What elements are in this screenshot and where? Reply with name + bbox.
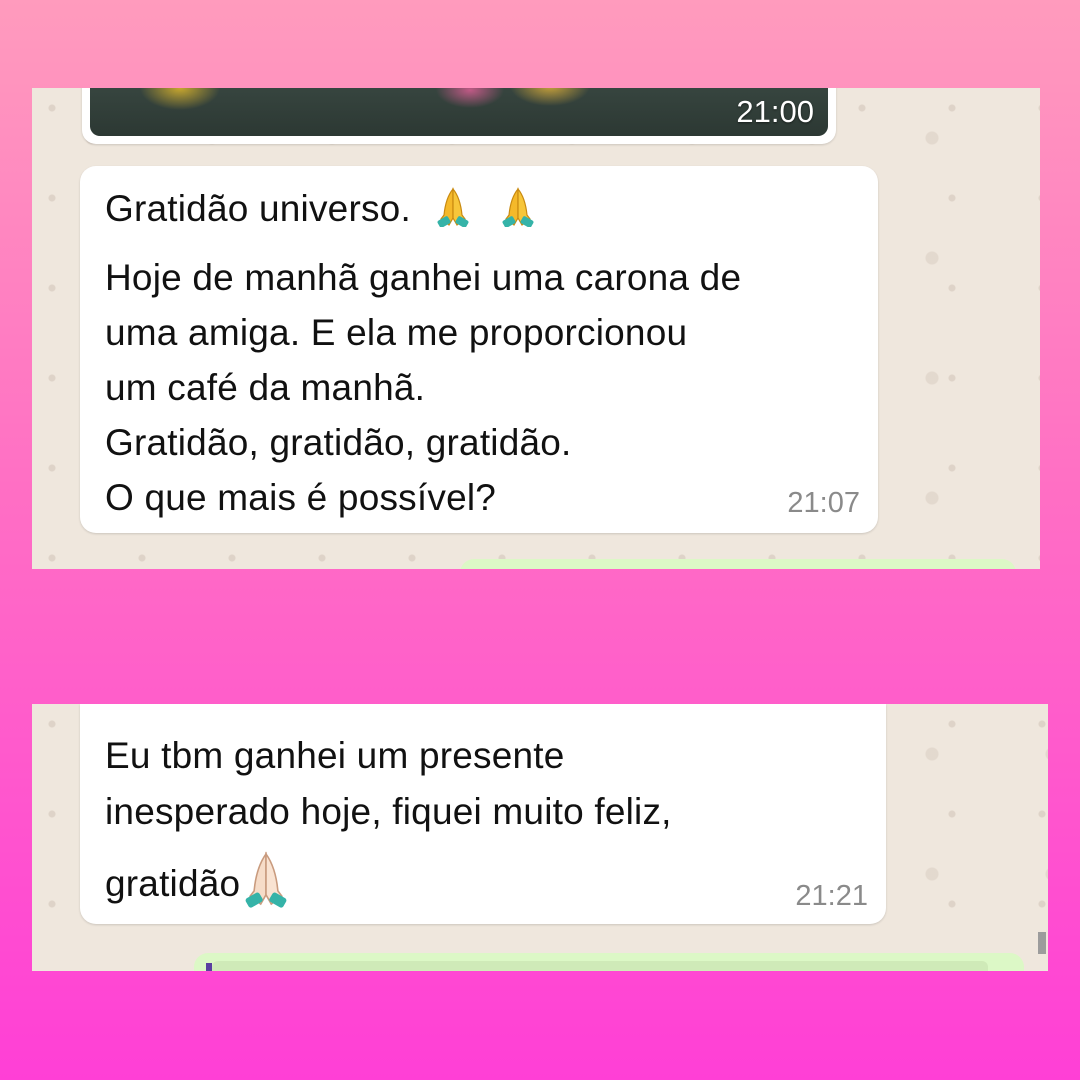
message-bubble-gratidao-universo[interactable]: Gratidão universo. Hoje de manhã ganhei: [80, 166, 878, 533]
message-time: 21:07: [787, 487, 860, 519]
scrollbar-thumb[interactable]: [1038, 932, 1046, 954]
praying-hands-icon: [435, 185, 471, 237]
message-time: 21:21: [795, 880, 868, 912]
message-line-6: O que mais é possível?: [105, 477, 497, 518]
message-line-5: Gratidão, gratidão, gratidão.: [105, 422, 572, 463]
chat-screenshot-top: 21:00 Gratidão universo. Hoje de manhã g…: [32, 88, 1040, 569]
message-bubble-presente[interactable]: Eu tbm ganhei um presente inesperado hoj…: [80, 704, 886, 924]
message-line-1: Gratidão universo.: [105, 185, 536, 237]
praying-hands-icon: [500, 185, 536, 237]
message-line-1-text: Gratidão universo.: [105, 188, 411, 229]
outgoing-message-edge[interactable]: [460, 559, 1016, 569]
photo-message[interactable]: 21:00: [82, 88, 836, 144]
chat-screenshot-bottom: Eu tbm ganhei um presente inesperado hoj…: [32, 704, 1048, 971]
quote-accent-bar: [206, 963, 212, 971]
message-line-2: inesperado hoje, fiquei muito feliz,: [105, 791, 672, 832]
photo-thumbnail[interactable]: [90, 88, 828, 136]
message-line-4: um café da manhã.: [105, 367, 426, 408]
message-line-3-text: gratidão: [105, 863, 241, 904]
message-line-1: Eu tbm ganhei um presente: [105, 735, 565, 776]
quoted-message-preview[interactable]: [212, 961, 988, 971]
photo-message-time: 21:00: [736, 94, 814, 129]
praying-hands-light-icon: [242, 850, 290, 918]
message-line-3: uma amiga. E ela me proporcionou: [105, 312, 688, 353]
message-line-3: gratidão: [105, 850, 290, 918]
message-line-2: Hoje de manhã ganhei uma carona de: [105, 257, 742, 298]
